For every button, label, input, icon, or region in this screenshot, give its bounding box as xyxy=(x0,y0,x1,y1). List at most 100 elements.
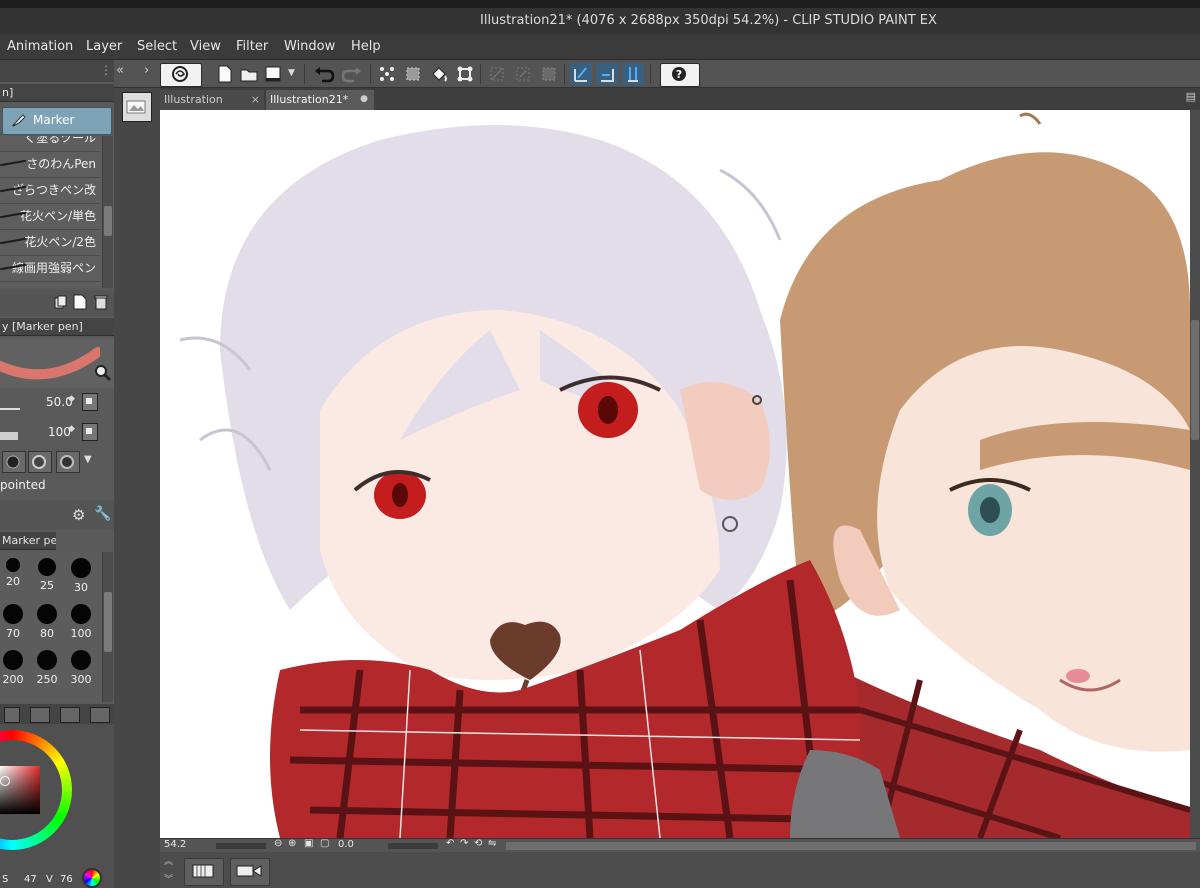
rotation-slider[interactable] xyxy=(388,843,438,849)
new-file-icon[interactable] xyxy=(214,63,236,85)
zoom-out-icon[interactable]: ⊖ xyxy=(274,838,282,849)
trash-icon[interactable] xyxy=(94,294,108,313)
brush-size-cell[interactable]: 250 xyxy=(30,644,64,688)
zoom-value[interactable]: 54.2 xyxy=(164,839,186,850)
snap-to-grid-icon[interactable] xyxy=(622,63,644,85)
canvas-horizontal-scrollbar[interactable] xyxy=(506,842,1196,850)
settings-gear-icon[interactable]: ⚙ xyxy=(72,506,85,524)
sub-view-tab-icon[interactable] xyxy=(90,707,110,723)
menu-animation[interactable]: Animation xyxy=(7,39,73,54)
zoom-slider[interactable] xyxy=(216,843,266,849)
fit-view-icon[interactable]: ▣ xyxy=(304,838,313,849)
expand-right-icon[interactable]: › xyxy=(144,63,149,78)
collapse-left-icon[interactable]: « xyxy=(116,63,124,78)
brush-size-slider[interactable] xyxy=(0,408,20,410)
pressure-toggle[interactable] xyxy=(82,423,98,441)
brush-list-scrollbar[interactable] xyxy=(102,136,113,288)
timeline-button[interactable] xyxy=(184,858,224,886)
brush-item[interactable]: く塗るツール xyxy=(0,136,100,152)
brush-item[interactable]: 花火ペン/単色 xyxy=(0,204,100,230)
brush-size-cell[interactable]: 30 xyxy=(64,552,98,596)
clear-outside-selection-icon[interactable] xyxy=(402,63,424,85)
tip-shape-label[interactable]: pointed xyxy=(0,478,46,492)
menu-view[interactable]: View xyxy=(190,39,221,54)
color-history-tab-icon[interactable] xyxy=(60,707,80,723)
brush-size-cell[interactable]: 100 xyxy=(64,598,98,642)
opacity-slider[interactable] xyxy=(0,432,18,440)
brush-size-scrollbar[interactable] xyxy=(102,552,113,702)
brush-size-cell[interactable]: 80 xyxy=(30,598,64,642)
close-icon[interactable]: × xyxy=(251,90,260,109)
scrollbar-thumb[interactable] xyxy=(104,206,112,236)
menu-filter[interactable]: Filter xyxy=(236,39,268,54)
scrollbar-thumb[interactable] xyxy=(1191,320,1199,440)
wrench-icon[interactable]: 🔧 xyxy=(94,506,111,522)
pressure-toggle[interactable] xyxy=(82,393,98,411)
snap-to-ruler-icon[interactable] xyxy=(570,63,592,85)
chevron-down-icon[interactable]: ▼ xyxy=(84,454,92,465)
menu-window[interactable]: Window xyxy=(284,39,335,54)
subtool-tab-marker[interactable]: Marker xyxy=(2,107,112,135)
value-value[interactable]: 76 xyxy=(60,874,73,885)
color-wheel-tab-icon[interactable] xyxy=(4,707,20,723)
menu-help[interactable]: Help xyxy=(351,39,381,54)
spinner-icon[interactable]: ◆ xyxy=(68,424,75,434)
canvas-vertical-scrollbar[interactable] xyxy=(1190,110,1200,838)
brush-item[interactable]: ざらつきペン改 xyxy=(0,178,100,204)
color-set-tab-icon[interactable] xyxy=(30,707,50,723)
rotate-left-icon[interactable]: ↶ xyxy=(446,838,454,849)
new-page-icon[interactable] xyxy=(73,294,87,313)
menu-select[interactable]: Select xyxy=(137,39,177,54)
navigator-thumbnail[interactable] xyxy=(122,92,152,122)
scrollbar-thumb[interactable] xyxy=(104,592,112,652)
redo-icon[interactable] xyxy=(338,63,361,85)
brush-item[interactable]: 花火ペン/2色 xyxy=(0,230,100,256)
magnify-icon[interactable] xyxy=(94,364,112,385)
brush-size-cell[interactable]: 300 xyxy=(64,644,98,688)
saturation-value[interactable]: 47 xyxy=(24,874,37,885)
flip-horizontal-icon[interactable]: ⇋ xyxy=(488,838,496,849)
help-button[interactable]: ? xyxy=(660,63,700,87)
spinner-icon[interactable]: ◆ xyxy=(68,394,75,404)
invert-selection-icon[interactable] xyxy=(512,63,534,85)
tip-soft-button[interactable] xyxy=(28,451,52,473)
brush-size-cell[interactable]: 70 xyxy=(0,598,30,642)
brush-size-cell[interactable]: 25 xyxy=(30,552,64,596)
unsaved-dot-icon[interactable]: ● xyxy=(360,90,368,109)
deselect-icon[interactable] xyxy=(486,63,508,85)
transform-icon[interactable] xyxy=(454,63,476,85)
rotation-value[interactable]: 0.0 xyxy=(338,839,354,850)
tip-circle-button[interactable] xyxy=(2,451,26,473)
brush-size-cell[interactable]: 20 xyxy=(0,552,30,596)
fill-icon[interactable] xyxy=(428,63,450,85)
undo-icon[interactable] xyxy=(312,63,335,85)
collapse-up-icon[interactable]: ︽ xyxy=(164,854,173,867)
tab-menu-icon[interactable]: ▤ xyxy=(1186,90,1196,103)
show-selection-area-icon[interactable] xyxy=(538,63,560,85)
saturation-value-square[interactable] xyxy=(0,766,40,814)
snap-to-special-ruler-icon[interactable] xyxy=(596,63,618,85)
tip-hard-button[interactable] xyxy=(56,451,80,473)
brush-size-cell[interactable]: 200 xyxy=(0,644,30,688)
menu-layer[interactable]: Layer xyxy=(86,39,122,54)
brush-item[interactable]: さのわんPen xyxy=(0,152,100,178)
reset-rotation-icon[interactable]: ⟲ xyxy=(474,838,482,849)
save-dropdown-icon[interactable]: ▼ xyxy=(288,68,295,78)
brush-list: く塗るツール さのわんPen ざらつきペン改 花火ペン/単色 花火ペン/2色 線… xyxy=(0,136,114,288)
tab-illustration[interactable]: Illustration × xyxy=(160,90,264,110)
brush-item[interactable]: 線画用強弱ペン xyxy=(0,256,100,282)
save-icon[interactable] xyxy=(262,63,284,85)
clip-studio-button[interactable] xyxy=(160,63,202,87)
animation-cels-button[interactable] xyxy=(230,858,270,886)
clear-icon[interactable] xyxy=(376,63,398,85)
drawing-canvas[interactable] xyxy=(160,110,1190,838)
duplicate-icon[interactable] xyxy=(54,295,68,312)
open-folder-icon[interactable] xyxy=(238,63,260,85)
tab-illustration21[interactable]: Illustration21* ● xyxy=(266,90,374,110)
color-picker-handle[interactable] xyxy=(0,776,10,786)
rotate-right-icon[interactable]: ↷ xyxy=(460,838,468,849)
color-mode-icon[interactable] xyxy=(82,868,102,888)
actual-size-icon[interactable]: ▢ xyxy=(320,838,329,849)
zoom-in-icon[interactable]: ⊕ xyxy=(288,838,296,849)
collapse-down-icon[interactable]: ︾ xyxy=(164,872,173,885)
